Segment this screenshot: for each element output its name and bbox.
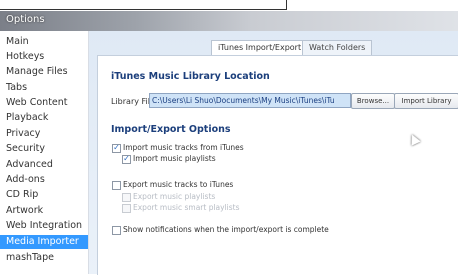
- import-tracks-checkbox[interactable]: [112, 144, 121, 153]
- window-title: Options: [6, 14, 45, 25]
- title-bar: Options: [0, 11, 458, 31]
- sidebar-item-privacy[interactable]: Privacy: [6, 127, 40, 141]
- import-tracks-label: Import music tracks from iTunes: [123, 143, 244, 152]
- import-library-button[interactable]: Import Library: [394, 93, 458, 109]
- sidebar-item-mashtape[interactable]: mashTape: [6, 251, 54, 265]
- export-smart-playlists-checkbox: [122, 204, 131, 213]
- settings-pane: iTunes Import/Export Watch Folders iTune…: [89, 31, 458, 275]
- export-smart-playlists-label: Export music smart playlists: [133, 203, 240, 212]
- sidebar-item-cd-rip[interactable]: CD Rip: [6, 188, 38, 202]
- import-playlists-checkbox[interactable]: [122, 155, 131, 164]
- options-sidebar: Main Hotkeys Manage Files Tabs Web Conte…: [0, 31, 89, 274]
- show-notifications-label: Show notifications when the import/expor…: [123, 225, 329, 234]
- sidebar-item-manage-files[interactable]: Manage Files: [6, 65, 68, 79]
- caption-box: [0, 0, 287, 10]
- export-playlists-checkbox: [122, 193, 131, 202]
- export-tracks-checkbox[interactable]: [112, 181, 121, 190]
- sidebar-item-web-integration[interactable]: Web Integration: [6, 219, 82, 233]
- library-location-heading: iTunes Music Library Location: [111, 71, 270, 82]
- sidebar-item-add-ons[interactable]: Add-ons: [6, 173, 45, 187]
- sidebar-item-playback[interactable]: Playback: [6, 111, 48, 125]
- tab-itunes-import-export[interactable]: iTunes Import/Export: [211, 40, 309, 56]
- sidebar-item-security[interactable]: Security: [6, 142, 45, 156]
- tab-watch-folders[interactable]: Watch Folders: [302, 40, 373, 55]
- sidebar-item-tabs[interactable]: Tabs: [6, 81, 27, 95]
- sidebar-item-artwork[interactable]: Artwork: [6, 204, 43, 218]
- export-tracks-label: Export music tracks to iTunes: [123, 180, 234, 189]
- sidebar-item-advanced[interactable]: Advanced: [6, 158, 53, 172]
- sidebar-item-web-content[interactable]: Web Content: [6, 96, 68, 110]
- browse-button[interactable]: Browse...: [351, 93, 395, 109]
- show-notifications-checkbox[interactable]: [112, 226, 121, 235]
- sidebar-item-main[interactable]: Main: [6, 35, 29, 49]
- export-playlists-label: Export music playlists: [133, 192, 216, 201]
- import-export-heading: Import/Export Options: [111, 124, 231, 135]
- import-playlists-label: Import music playlists: [133, 154, 216, 163]
- tab-panel: iTunes Music Library Location Library Fi…: [97, 55, 458, 275]
- sidebar-item-hotkeys[interactable]: Hotkeys: [6, 50, 44, 64]
- sidebar-item-media-importer[interactable]: Media Importer: [0, 235, 88, 249]
- library-path-field[interactable]: C:\Users\Li Shuo\Documents\My Music\iTun…: [149, 93, 351, 108]
